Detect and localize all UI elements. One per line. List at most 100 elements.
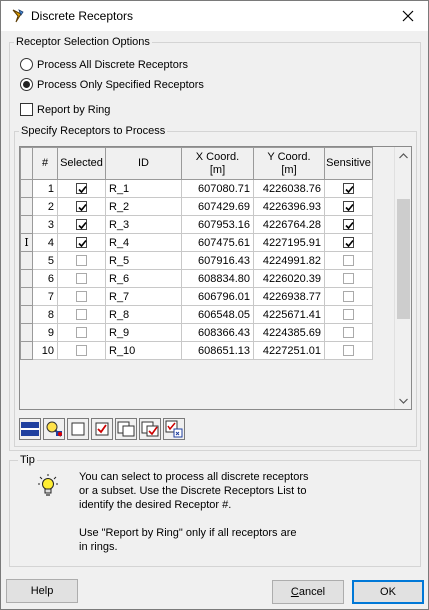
table-row[interactable]: 6 R_6 608834.80 4226020.39	[20, 269, 373, 288]
col-y-header[interactable]: Y Coord. [m]	[253, 147, 325, 180]
table-row[interactable]: 3 R_3 607953.16 4226764.28	[20, 215, 373, 234]
cell-id[interactable]: R_2	[105, 197, 182, 216]
table-row[interactable]: 8 R_8 606548.05 4225671.41	[20, 305, 373, 324]
cell-num[interactable]: 7	[32, 287, 58, 306]
row-header[interactable]	[20, 215, 33, 234]
table-row[interactable]: 9 R_9 608366.43 4224385.69	[20, 323, 373, 342]
check-all-icon[interactable]	[91, 418, 113, 440]
table-row[interactable]: 10 R_10 608651.13 4227251.01	[20, 341, 373, 360]
cell-id[interactable]: R_7	[105, 287, 182, 306]
cell-selected[interactable]	[57, 179, 106, 198]
cell-x-coord[interactable]: 608366.43	[181, 323, 254, 342]
report-by-ring-box[interactable]	[20, 103, 33, 116]
cell-num[interactable]: 10	[32, 341, 58, 360]
cell-y-coord[interactable]: 4226938.77	[253, 287, 325, 306]
cell-selected[interactable]	[57, 341, 106, 360]
row-header[interactable]	[20, 341, 33, 360]
cell-x-coord[interactable]: 607953.16	[181, 215, 254, 234]
selected-checkbox[interactable]	[76, 273, 87, 285]
cell-num[interactable]: 8	[32, 305, 58, 324]
cell-sensitive[interactable]	[324, 197, 373, 216]
close-icon[interactable]	[396, 5, 420, 27]
row-header[interactable]	[20, 287, 33, 306]
cell-id[interactable]: R_10	[105, 341, 182, 360]
cell-selected[interactable]	[57, 251, 106, 270]
selected-checkbox[interactable]	[76, 291, 87, 303]
selected-checkbox[interactable]	[76, 219, 87, 231]
cell-x-coord[interactable]: 608834.80	[181, 269, 254, 288]
row-header[interactable]	[20, 305, 33, 324]
col-x-header[interactable]: X Coord. [m]	[181, 147, 254, 180]
scroll-thumb[interactable]	[397, 199, 410, 319]
cell-id[interactable]: R_5	[105, 251, 182, 270]
cell-selected[interactable]	[57, 215, 106, 234]
cell-id[interactable]: R_8	[105, 305, 182, 324]
row-header[interactable]	[20, 269, 33, 288]
check-sensitive-icon[interactable]	[163, 418, 185, 440]
process-all-radio-button[interactable]	[20, 58, 33, 71]
cell-x-coord[interactable]: 608651.13	[181, 341, 254, 360]
row-header[interactable]	[20, 323, 33, 342]
cell-selected[interactable]	[57, 305, 106, 324]
row-header[interactable]	[20, 179, 33, 198]
cell-sensitive[interactable]	[324, 287, 373, 306]
table-row[interactable]: 7 R_7 606796.01 4226938.77	[20, 287, 373, 306]
cell-selected[interactable]	[57, 287, 106, 306]
cell-id[interactable]: R_4	[105, 233, 182, 252]
cell-sensitive[interactable]	[324, 179, 373, 198]
sensitive-checkbox[interactable]	[343, 309, 354, 321]
select-all-rows-icon[interactable]	[19, 418, 41, 440]
cell-num[interactable]: 1	[32, 179, 58, 198]
cell-y-coord[interactable]: 4226396.93	[253, 197, 325, 216]
cell-id[interactable]: R_6	[105, 269, 182, 288]
sensitive-checkbox[interactable]	[343, 237, 354, 249]
cell-selected[interactable]	[57, 323, 106, 342]
cell-sensitive[interactable]	[324, 305, 373, 324]
cell-y-coord[interactable]: 4224991.82	[253, 251, 325, 270]
cell-x-coord[interactable]: 606548.05	[181, 305, 254, 324]
sensitive-checkbox[interactable]	[343, 327, 354, 339]
cell-x-coord[interactable]: 606796.01	[181, 287, 254, 306]
cell-sensitive[interactable]	[324, 323, 373, 342]
process-specified-radio-button[interactable]	[20, 78, 33, 91]
row-header[interactable]	[20, 197, 33, 216]
cell-x-coord[interactable]: 607429.69	[181, 197, 254, 216]
row-header[interactable]	[20, 251, 33, 270]
grid-vertical-scrollbar[interactable]	[394, 147, 411, 409]
uncheck-all-icon[interactable]	[67, 418, 89, 440]
cell-selected[interactable]	[57, 269, 106, 288]
process-specified-radio[interactable]: Process Only Specified Receptors	[20, 78, 204, 91]
ok-button[interactable]: OK	[352, 580, 424, 604]
col-num-header[interactable]: #	[32, 147, 58, 180]
cell-sensitive[interactable]	[324, 269, 373, 288]
selected-checkbox[interactable]	[76, 309, 87, 321]
sensitive-checkbox[interactable]	[343, 219, 354, 231]
sensitive-checkbox[interactable]	[343, 345, 354, 357]
cell-y-coord[interactable]: 4225671.41	[253, 305, 325, 324]
cell-num[interactable]: 6	[32, 269, 58, 288]
sensitive-checkbox[interactable]	[343, 183, 354, 195]
cell-num[interactable]: 5	[32, 251, 58, 270]
col-id-header[interactable]: ID	[105, 147, 182, 180]
col-sensitive-header[interactable]: Sensitive	[324, 147, 373, 180]
table-row[interactable]: I 4 R_4 607475.61 4227195.91	[20, 233, 373, 252]
cell-sensitive[interactable]	[324, 251, 373, 270]
cell-sensitive[interactable]	[324, 233, 373, 252]
cell-x-coord[interactable]: 607916.43	[181, 251, 254, 270]
help-button[interactable]: Help	[6, 579, 78, 603]
cell-x-coord[interactable]: 607080.71	[181, 179, 254, 198]
cell-num[interactable]: 2	[32, 197, 58, 216]
sensitive-checkbox[interactable]	[343, 273, 354, 285]
receptors-grid[interactable]: # Selected ID X Coord. [m] Y Coord. [m] …	[19, 146, 412, 410]
cell-sensitive[interactable]	[324, 215, 373, 234]
scroll-down-icon[interactable]	[395, 392, 411, 409]
sensitive-checkbox[interactable]	[343, 255, 354, 267]
selected-checkbox[interactable]	[76, 201, 87, 213]
cell-id[interactable]: R_1	[105, 179, 182, 198]
scroll-up-icon[interactable]	[395, 147, 411, 164]
sensitive-checkbox[interactable]	[343, 201, 354, 213]
selected-checkbox[interactable]	[76, 327, 87, 339]
cell-y-coord[interactable]: 4227251.01	[253, 341, 325, 360]
cell-y-coord[interactable]: 4224385.69	[253, 323, 325, 342]
sensitive-checkbox[interactable]	[343, 291, 354, 303]
